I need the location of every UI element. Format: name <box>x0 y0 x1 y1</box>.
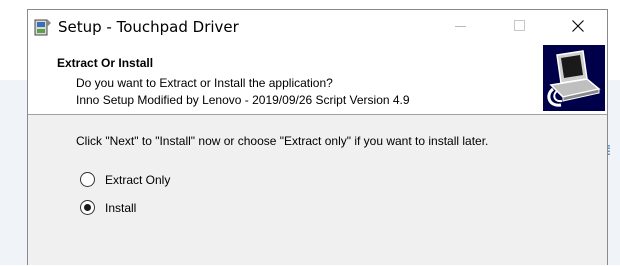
radio-label-install[interactable]: Install <box>105 201 136 215</box>
minimize-button[interactable] <box>438 10 484 43</box>
background-app-edge-lower <box>609 80 620 265</box>
radio-unselected-icon[interactable] <box>80 172 95 187</box>
setup-dialog: Setup - Touchpad Driver Extract Or Insta… <box>27 9 608 265</box>
setup-app-icon[interactable] <box>34 17 52 37</box>
instruction-text: Click "Next" to "Install" now or choose … <box>76 134 489 148</box>
close-icon <box>572 20 584 32</box>
minimize-icon <box>455 26 466 27</box>
window-title: Setup - Touchpad Driver <box>58 18 239 36</box>
wizard-header: Extract Or Install Do you want to Extrac… <box>28 43 607 115</box>
radio-dot-icon <box>84 204 91 211</box>
page-subtitle-line2: Inno Setup Modified by Lenovo - 2019/09/… <box>76 93 410 107</box>
close-button[interactable] <box>555 10 601 43</box>
installer-computer-icon <box>543 45 605 111</box>
radio-label-extract-only[interactable]: Extract Only <box>105 173 170 187</box>
wizard-content: Click "Next" to "Install" now or choose … <box>28 115 607 266</box>
page-subtitle-line1: Do you want to Extract or Install the ap… <box>76 76 333 90</box>
page-title: Extract Or Install <box>57 56 154 70</box>
maximize-icon <box>514 20 525 31</box>
title-bar[interactable]: Setup - Touchpad Driver <box>28 10 607 43</box>
radio-selected-icon[interactable] <box>80 200 95 215</box>
maximize-button[interactable] <box>497 10 543 43</box>
